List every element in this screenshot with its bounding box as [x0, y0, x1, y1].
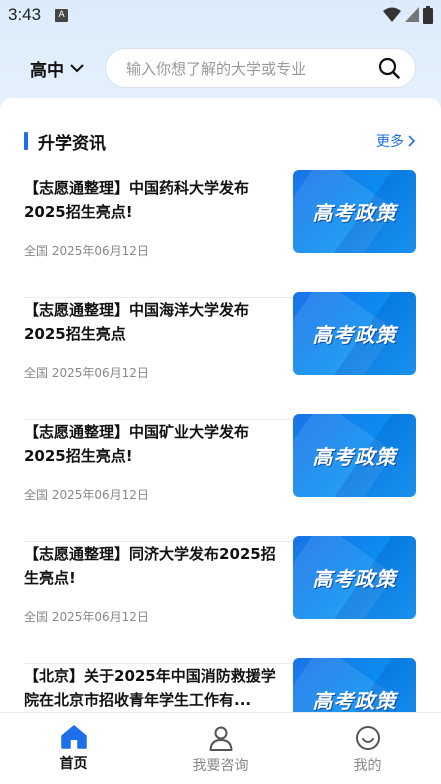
nav-label-home: 首页: [59, 756, 88, 772]
home-icon: [60, 725, 87, 749]
thumbnail-text: 高考政策: [312, 445, 397, 469]
article-title: 【志愿通整理】中国矿业大学发布2025招生亮点!: [24, 423, 250, 465]
article-title: 【志愿通整理】同济大学发布2025招生亮点!: [24, 545, 276, 587]
grade-selector[interactable]: 高中: [30, 56, 84, 81]
article-meta: 全国 2025年06月12日: [24, 366, 149, 380]
chevron-down-icon: [70, 64, 84, 73]
top-header: 高中 输入你想了解的大学或专业: [0, 46, 441, 90]
article-meta: 全国 2025年06月12日: [24, 488, 149, 502]
nav-item-home[interactable]: 首页: [0, 713, 147, 784]
article-thumbnail: 高考政策: [293, 658, 416, 741]
article-title: 【志愿通整理】中国药科大学发布2025招生亮点!: [24, 179, 250, 221]
nav-item-consult[interactable]: 我要咨询: [147, 713, 294, 784]
article-item[interactable]: 【志愿通整理】中国药科大学发布2025招生亮点! 全国 2025年06月12日 …: [24, 170, 416, 298]
status-time: 3:43: [8, 5, 42, 24]
article-thumbnail: 高考政策: [293, 536, 416, 619]
more-link[interactable]: 更多: [376, 131, 416, 151]
news-section-header: 升学资讯 更多: [24, 130, 416, 154]
search-input[interactable]: 输入你想了解的大学或专业: [105, 48, 416, 88]
article-meta: 全国 2025年06月12日: [24, 244, 149, 258]
article-title: 【志愿通整理】中国海洋大学发布2025招生亮点: [24, 301, 250, 343]
chevron-right-icon: [408, 135, 416, 147]
article-thumbnail: 高考政策: [293, 170, 416, 253]
thumbnail-text: 高考政策: [312, 201, 397, 225]
wifi-icon: [383, 7, 401, 22]
grade-selector-label: 高中: [30, 60, 64, 81]
battery-icon: [423, 6, 433, 24]
thumbnail-text: 高考政策: [312, 323, 397, 347]
article-thumbnail: 高考政策: [293, 292, 416, 375]
search-icon: [378, 57, 400, 79]
thumbnail-text: 高考政策: [312, 689, 397, 713]
status-icons: [383, 6, 433, 24]
more-label: 更多: [376, 134, 404, 150]
thumbnail-text: 高考政策: [312, 567, 397, 591]
article-meta: 全国 2025年06月12日: [24, 610, 149, 624]
notification-badge-icon: A: [55, 8, 69, 22]
article-title: 【北京】关于2025年中国消防救援学院在北京市招收青年学生工作有...: [24, 667, 276, 709]
section-accent-bar: [24, 132, 28, 150]
article-item[interactable]: 【志愿通整理】中国矿业大学发布2025招生亮点! 全国 2025年06月12日 …: [24, 414, 416, 542]
search-button[interactable]: [369, 48, 409, 88]
nav-label-profile: 我的: [353, 758, 382, 774]
person-icon: [209, 726, 232, 751]
section-title: 升学资讯: [38, 133, 106, 154]
nav-label-consult: 我要咨询: [192, 758, 249, 774]
article-thumbnail: 高考政策: [293, 414, 416, 497]
article-item[interactable]: 【志愿通整理】中国海洋大学发布2025招生亮点 全国 2025年06月12日 高…: [24, 292, 416, 420]
status-bar: 3:43 A: [0, 0, 441, 30]
article-item[interactable]: 【志愿通整理】同济大学发布2025招生亮点! 全国 2025年06月12日 高考…: [24, 536, 416, 664]
search-placeholder: 输入你想了解的大学或专业: [126, 59, 307, 78]
signal-icon: [405, 7, 419, 22]
